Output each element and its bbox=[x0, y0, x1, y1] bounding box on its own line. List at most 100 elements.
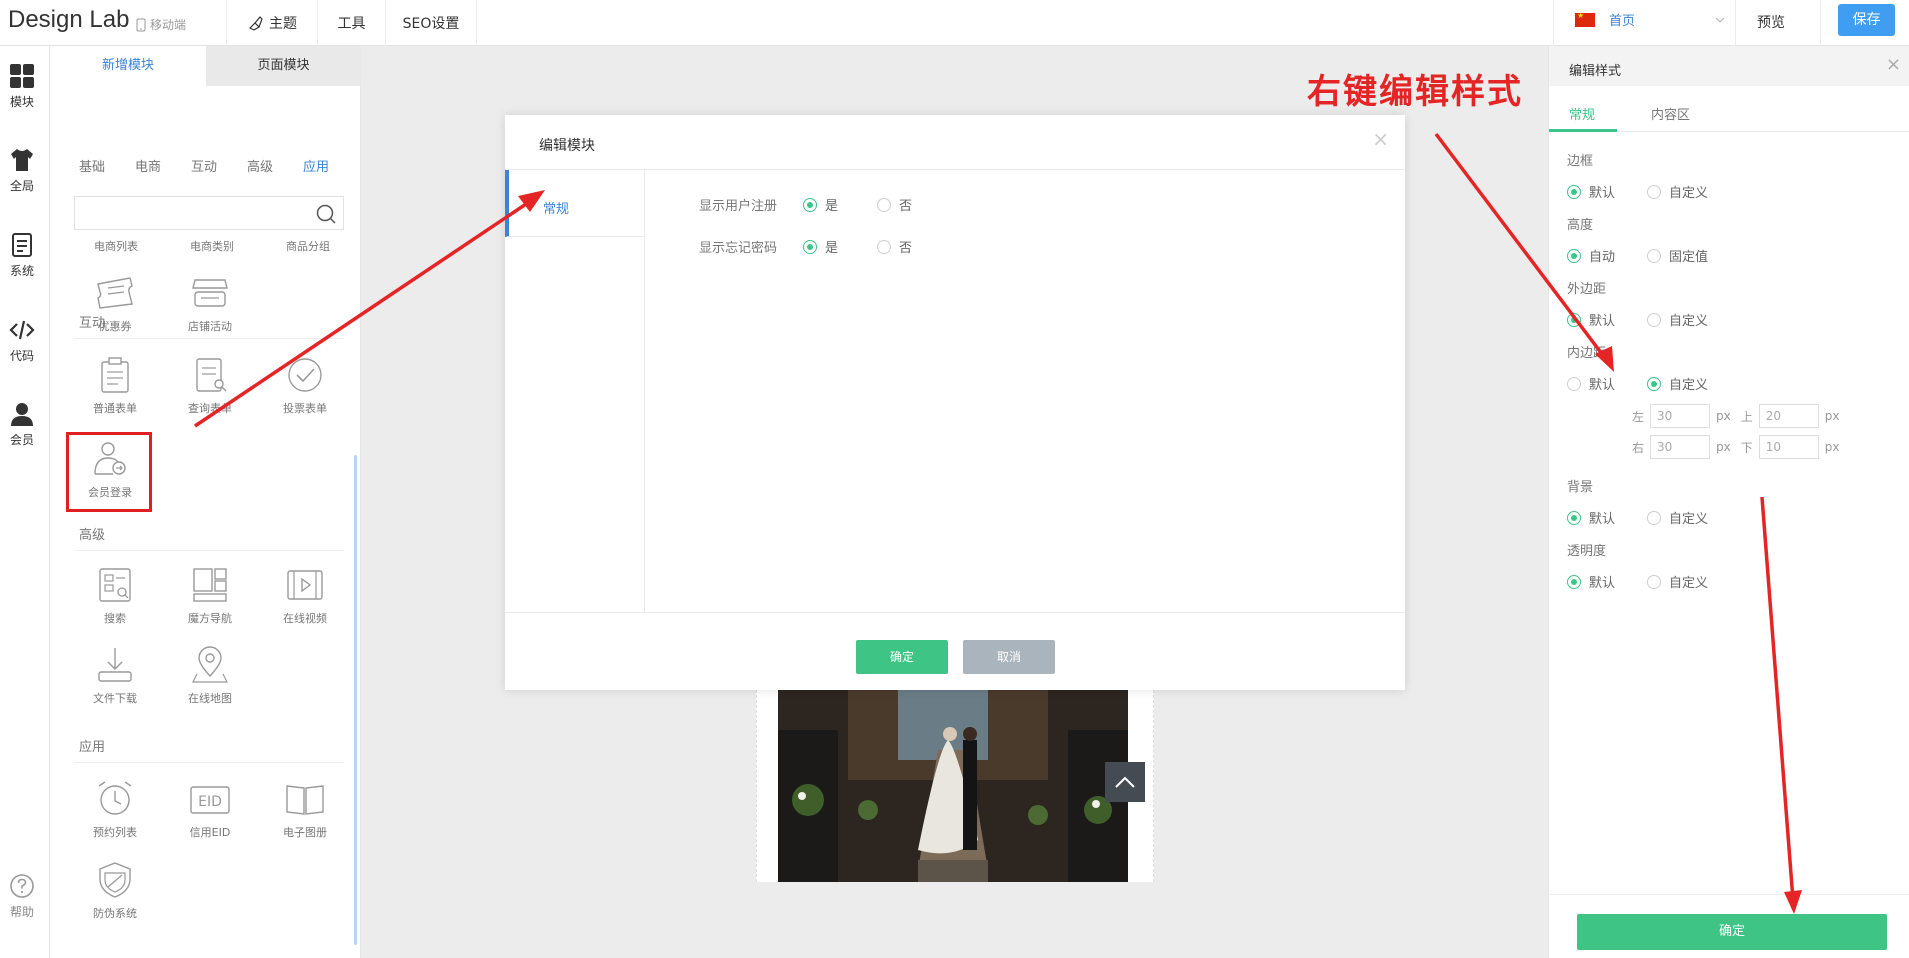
group-options-border: 默认 自定义 bbox=[1567, 182, 1708, 201]
sidebar-item-help[interactable]: 帮助 bbox=[0, 872, 44, 920]
radio-label: 默认 bbox=[1589, 512, 1616, 527]
category-apps[interactable]: 应用 bbox=[303, 156, 329, 175]
module-credit-eid[interactable]: EID 信用EID bbox=[167, 780, 253, 840]
category-advanced[interactable]: 高级 bbox=[247, 156, 273, 175]
module-ecom-category[interactable]: 电商类别 bbox=[164, 238, 260, 254]
tab-general-style[interactable]: 常规 bbox=[1569, 104, 1595, 123]
padding-left-label: 左 bbox=[1632, 409, 1645, 424]
radio-forgot-no[interactable]: 否 bbox=[877, 237, 912, 256]
module-label: 普通表单 bbox=[93, 402, 137, 415]
padding-bottom-input[interactable]: 10 bbox=[1758, 435, 1819, 459]
sidebar-item-member[interactable]: 会员 bbox=[0, 400, 44, 448]
module-search[interactable]: 搜索 bbox=[72, 566, 158, 626]
top-bar: Design Lab 移动端 主题 工具 SEO设置 首页 预览 保存 bbox=[0, 0, 1909, 46]
radio-border-default[interactable]: 默认 bbox=[1567, 182, 1615, 201]
module-ecom-list[interactable]: 电商列表 bbox=[68, 238, 164, 254]
divider bbox=[1735, 0, 1736, 46]
padding-row-top: 左 30 px 上 20 px bbox=[1632, 404, 1839, 428]
module-ebook[interactable]: 电子图册 bbox=[262, 780, 348, 840]
sidebar-item-modules[interactable]: 模块 bbox=[0, 62, 44, 110]
radio-label: 自动 bbox=[1589, 250, 1616, 265]
scroll-top-button[interactable] bbox=[1105, 762, 1145, 802]
close-icon[interactable]: × bbox=[1372, 127, 1389, 151]
category-interact[interactable]: 互动 bbox=[191, 156, 217, 175]
module-normal-form[interactable]: 普通表单 bbox=[72, 356, 158, 416]
mobile-switch[interactable]: 移动端 bbox=[136, 16, 186, 33]
module-product-group[interactable]: 商品分组 bbox=[260, 238, 356, 254]
tab-page-modules[interactable]: 页面模块 bbox=[206, 46, 361, 86]
module-member-login[interactable]: 会员登录 bbox=[67, 440, 153, 500]
close-icon[interactable]: × bbox=[1886, 54, 1901, 75]
radio-opacity-custom[interactable]: 自定义 bbox=[1647, 572, 1708, 591]
category-basic[interactable]: 基础 bbox=[79, 156, 105, 175]
dialog-cancel-button[interactable]: 取消 bbox=[963, 640, 1055, 674]
padding-left-input[interactable]: 30 bbox=[1650, 404, 1711, 428]
padding-right-input[interactable]: 30 bbox=[1650, 435, 1711, 459]
module-panel: 新增模块 页面模块 基础 电商 互动 高级 应用 电商列表 电商类别 商品分组 … bbox=[50, 46, 361, 958]
radio-height-auto[interactable]: 自动 bbox=[1567, 246, 1615, 265]
radio-label: 固定值 bbox=[1669, 250, 1709, 265]
radio-label: 是 bbox=[825, 199, 839, 214]
radio-dot bbox=[1647, 510, 1662, 525]
nav-tools[interactable]: 工具 bbox=[317, 0, 385, 46]
radio-register-yes[interactable]: 是 bbox=[803, 195, 877, 214]
radio-background-custom[interactable]: 自定义 bbox=[1647, 508, 1708, 527]
panel-scrollbar[interactable] bbox=[354, 455, 357, 945]
module-label: 在线地图 bbox=[188, 692, 232, 705]
save-button[interactable]: 保存 bbox=[1838, 4, 1895, 36]
preview-button[interactable]: 预览 bbox=[1744, 10, 1798, 36]
section-title-advanced: 高级 bbox=[79, 528, 106, 543]
radio-dot bbox=[803, 239, 817, 254]
sidebar-item-system[interactable]: 系统 bbox=[0, 231, 44, 279]
shirt-icon bbox=[11, 149, 33, 171]
module-shop-activity[interactable]: 店铺活动 bbox=[167, 274, 253, 334]
style-confirm-button[interactable]: 确定 bbox=[1577, 914, 1887, 950]
user-icon bbox=[11, 403, 33, 426]
page-select[interactable]: 首页 bbox=[1575, 10, 1725, 29]
radio-padding-custom[interactable]: 自定义 bbox=[1647, 374, 1708, 393]
module-online-map[interactable]: 在线地图 bbox=[167, 646, 253, 706]
category-ecommerce[interactable]: 电商 bbox=[135, 156, 161, 175]
tab-general[interactable]: 常规 bbox=[505, 170, 645, 237]
nav-theme[interactable]: 主题 bbox=[226, 0, 317, 46]
nav-seo-label: SEO设置 bbox=[402, 16, 460, 32]
module-file-download[interactable]: 文件下载 bbox=[72, 646, 158, 706]
shield-icon bbox=[99, 862, 131, 898]
video-icon bbox=[287, 570, 323, 600]
module-cube-nav[interactable]: 魔方导航 bbox=[167, 566, 253, 626]
radio-opacity-default[interactable]: 默认 bbox=[1567, 572, 1615, 591]
padding-top-label: 上 bbox=[1740, 409, 1753, 424]
alarm-clock-icon bbox=[98, 781, 132, 815]
radio-forgot-yes[interactable]: 是 bbox=[803, 237, 877, 256]
radio-padding-default[interactable]: 默认 bbox=[1567, 374, 1615, 393]
radio-margin-default[interactable]: 默认 bbox=[1567, 310, 1615, 329]
module-anti-fake[interactable]: 防伪系统 bbox=[72, 861, 158, 921]
tab-content-area[interactable]: 内容区 bbox=[1651, 104, 1690, 123]
module-booking-list[interactable]: 预约列表 bbox=[72, 780, 158, 840]
dialog-ok-button[interactable]: 确定 bbox=[856, 640, 948, 674]
radio-register-no[interactable]: 否 bbox=[877, 195, 912, 214]
phone-icon bbox=[136, 18, 146, 31]
module-vote-form[interactable]: 投票表单 bbox=[262, 356, 348, 416]
chevron-up-icon bbox=[1115, 776, 1135, 788]
sidebar-item-code[interactable]: 代码 bbox=[0, 316, 44, 364]
radio-margin-custom[interactable]: 自定义 bbox=[1647, 310, 1708, 329]
form-row-register: 显示用户注册 是 否 bbox=[699, 195, 912, 214]
section-title-apps: 应用 bbox=[79, 740, 106, 755]
radio-background-default[interactable]: 默认 bbox=[1567, 508, 1615, 527]
module-label: 在线视频 bbox=[283, 612, 327, 625]
radio-label: 否 bbox=[899, 241, 913, 256]
tab-new-modules[interactable]: 新增模块 bbox=[50, 46, 206, 86]
radio-border-custom[interactable]: 自定义 bbox=[1647, 182, 1708, 201]
module-query-form[interactable]: 查询表单 bbox=[167, 356, 253, 416]
section-divider bbox=[74, 338, 344, 339]
unit-label: px bbox=[1824, 409, 1840, 423]
radio-height-fixed[interactable]: 固定值 bbox=[1647, 246, 1708, 265]
nav-seo[interactable]: SEO设置 bbox=[385, 0, 477, 46]
module-online-video[interactable]: 在线视频 bbox=[262, 566, 348, 626]
query-form-icon bbox=[196, 358, 227, 392]
footer-divider bbox=[1549, 894, 1909, 895]
padding-top-input[interactable]: 20 bbox=[1758, 404, 1819, 428]
radio-label: 自定义 bbox=[1669, 512, 1709, 527]
sidebar-item-global[interactable]: 全局 bbox=[0, 146, 44, 194]
